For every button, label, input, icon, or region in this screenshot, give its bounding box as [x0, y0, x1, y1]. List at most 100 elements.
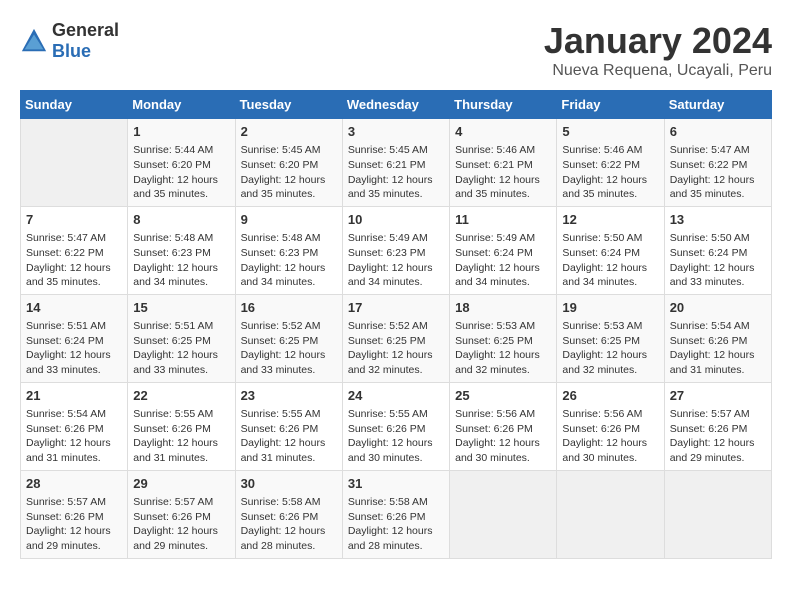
sunrise-text: Sunrise: 5:51 AM: [133, 319, 229, 334]
calendar-cell: 15Sunrise: 5:51 AMSunset: 6:25 PMDayligh…: [128, 294, 235, 382]
sunset-text: Sunset: 6:22 PM: [26, 246, 122, 261]
day-number: 25: [455, 387, 551, 405]
calendar-week-row: 14Sunrise: 5:51 AMSunset: 6:24 PMDayligh…: [21, 294, 772, 382]
calendar-cell: 10Sunrise: 5:49 AMSunset: 6:23 PMDayligh…: [342, 206, 449, 294]
sunrise-text: Sunrise: 5:46 AM: [562, 143, 658, 158]
calendar-cell: 18Sunrise: 5:53 AMSunset: 6:25 PMDayligh…: [450, 294, 557, 382]
day-number: 21: [26, 387, 122, 405]
calendar-cell: 2Sunrise: 5:45 AMSunset: 6:20 PMDaylight…: [235, 119, 342, 207]
logo-icon: [20, 27, 48, 55]
calendar-cell: 12Sunrise: 5:50 AMSunset: 6:24 PMDayligh…: [557, 206, 664, 294]
day-number: 27: [670, 387, 766, 405]
sunrise-text: Sunrise: 5:55 AM: [348, 407, 444, 422]
sunrise-text: Sunrise: 5:57 AM: [26, 495, 122, 510]
daylight-text: Daylight: 12 hours and 33 minutes.: [133, 348, 229, 377]
sunrise-text: Sunrise: 5:50 AM: [670, 231, 766, 246]
calendar-week-row: 1Sunrise: 5:44 AMSunset: 6:20 PMDaylight…: [21, 119, 772, 207]
calendar-cell: [557, 470, 664, 558]
daylight-text: Daylight: 12 hours and 32 minutes.: [455, 348, 551, 377]
daylight-text: Daylight: 12 hours and 28 minutes.: [241, 524, 337, 553]
calendar-cell: 16Sunrise: 5:52 AMSunset: 6:25 PMDayligh…: [235, 294, 342, 382]
sunset-text: Sunset: 6:25 PM: [241, 334, 337, 349]
sunset-text: Sunset: 6:20 PM: [241, 158, 337, 173]
daylight-text: Daylight: 12 hours and 30 minutes.: [562, 436, 658, 465]
day-number: 31: [348, 475, 444, 493]
calendar-cell: 9Sunrise: 5:48 AMSunset: 6:23 PMDaylight…: [235, 206, 342, 294]
page-header: General Blue January 2024 Nueva Requena,…: [20, 20, 772, 80]
calendar-cell: 20Sunrise: 5:54 AMSunset: 6:26 PMDayligh…: [664, 294, 771, 382]
location-title: Nueva Requena, Ucayali, Peru: [544, 62, 772, 80]
calendar-cell: 25Sunrise: 5:56 AMSunset: 6:26 PMDayligh…: [450, 382, 557, 470]
sunset-text: Sunset: 6:26 PM: [348, 422, 444, 437]
sunset-text: Sunset: 6:21 PM: [348, 158, 444, 173]
day-number: 6: [670, 123, 766, 141]
daylight-text: Daylight: 12 hours and 34 minutes.: [241, 261, 337, 290]
weekday-header: Saturday: [664, 91, 771, 119]
sunrise-text: Sunrise: 5:49 AM: [455, 231, 551, 246]
calendar-cell: 27Sunrise: 5:57 AMSunset: 6:26 PMDayligh…: [664, 382, 771, 470]
day-number: 1: [133, 123, 229, 141]
day-number: 16: [241, 299, 337, 317]
calendar-cell: 19Sunrise: 5:53 AMSunset: 6:25 PMDayligh…: [557, 294, 664, 382]
daylight-text: Daylight: 12 hours and 33 minutes.: [241, 348, 337, 377]
weekday-header: Tuesday: [235, 91, 342, 119]
sunset-text: Sunset: 6:22 PM: [562, 158, 658, 173]
calendar-cell: 23Sunrise: 5:55 AMSunset: 6:26 PMDayligh…: [235, 382, 342, 470]
logo-blue: Blue: [52, 41, 91, 61]
daylight-text: Daylight: 12 hours and 30 minutes.: [455, 436, 551, 465]
sunset-text: Sunset: 6:25 PM: [562, 334, 658, 349]
calendar-cell: 5Sunrise: 5:46 AMSunset: 6:22 PMDaylight…: [557, 119, 664, 207]
calendar-cell: 22Sunrise: 5:55 AMSunset: 6:26 PMDayligh…: [128, 382, 235, 470]
sunset-text: Sunset: 6:26 PM: [133, 422, 229, 437]
sunrise-text: Sunrise: 5:55 AM: [133, 407, 229, 422]
day-number: 23: [241, 387, 337, 405]
calendar-cell: 24Sunrise: 5:55 AMSunset: 6:26 PMDayligh…: [342, 382, 449, 470]
day-number: 13: [670, 211, 766, 229]
daylight-text: Daylight: 12 hours and 34 minutes.: [562, 261, 658, 290]
day-number: 17: [348, 299, 444, 317]
sunrise-text: Sunrise: 5:45 AM: [348, 143, 444, 158]
daylight-text: Daylight: 12 hours and 29 minutes.: [670, 436, 766, 465]
sunrise-text: Sunrise: 5:47 AM: [670, 143, 766, 158]
day-number: 4: [455, 123, 551, 141]
weekday-header: Monday: [128, 91, 235, 119]
weekday-header: Thursday: [450, 91, 557, 119]
daylight-text: Daylight: 12 hours and 35 minutes.: [348, 173, 444, 202]
day-number: 11: [455, 211, 551, 229]
daylight-text: Daylight: 12 hours and 34 minutes.: [455, 261, 551, 290]
sunrise-text: Sunrise: 5:51 AM: [26, 319, 122, 334]
month-title: January 2024: [544, 20, 772, 62]
calendar-cell: 29Sunrise: 5:57 AMSunset: 6:26 PMDayligh…: [128, 470, 235, 558]
sunrise-text: Sunrise: 5:50 AM: [562, 231, 658, 246]
sunset-text: Sunset: 6:20 PM: [133, 158, 229, 173]
sunset-text: Sunset: 6:26 PM: [26, 422, 122, 437]
day-number: 9: [241, 211, 337, 229]
sunrise-text: Sunrise: 5:54 AM: [26, 407, 122, 422]
day-number: 7: [26, 211, 122, 229]
sunrise-text: Sunrise: 5:47 AM: [26, 231, 122, 246]
sunrise-text: Sunrise: 5:48 AM: [241, 231, 337, 246]
day-number: 24: [348, 387, 444, 405]
sunrise-text: Sunrise: 5:53 AM: [455, 319, 551, 334]
logo: General Blue: [20, 20, 119, 62]
calendar-cell: 13 Sunrise: 5:50 AMSunset: 6:24 PMDayligh…: [664, 206, 771, 294]
sunset-text: Sunset: 6:21 PM: [455, 158, 551, 173]
daylight-text: Daylight: 12 hours and 32 minutes.: [562, 348, 658, 377]
calendar-cell: 1Sunrise: 5:44 AMSunset: 6:20 PMDaylight…: [128, 119, 235, 207]
daylight-text: Daylight: 12 hours and 33 minutes.: [670, 261, 766, 290]
day-number: 28: [26, 475, 122, 493]
sunset-text: Sunset: 6:22 PM: [670, 158, 766, 173]
sunrise-text: Sunrise: 5:52 AM: [348, 319, 444, 334]
calendar-cell: 8Sunrise: 5:48 AMSunset: 6:23 PMDaylight…: [128, 206, 235, 294]
day-number: 14: [26, 299, 122, 317]
calendar-week-row: 28Sunrise: 5:57 AMSunset: 6:26 PMDayligh…: [21, 470, 772, 558]
calendar-cell: 21Sunrise: 5:54 AMSunset: 6:26 PMDayligh…: [21, 382, 128, 470]
weekday-header: Wednesday: [342, 91, 449, 119]
day-number: 15: [133, 299, 229, 317]
sunrise-text: Sunrise: 5:56 AM: [562, 407, 658, 422]
day-number: 29: [133, 475, 229, 493]
weekday-header: Friday: [557, 91, 664, 119]
daylight-text: Daylight: 12 hours and 34 minutes.: [348, 261, 444, 290]
daylight-text: Daylight: 12 hours and 29 minutes.: [133, 524, 229, 553]
sunset-text: Sunset: 6:24 PM: [670, 246, 766, 261]
